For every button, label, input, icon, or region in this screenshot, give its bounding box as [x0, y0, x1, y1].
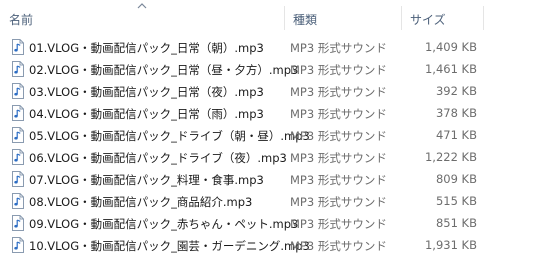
chevron-up-icon[interactable] [137, 2, 147, 10]
file-row[interactable]: 08.VLOG・動画配信パック_商品紹介.mp3 MP3 形式サウンド 515 KB [0, 190, 560, 212]
file-row[interactable]: 04.VLOG・動画配信パック_日常（雨）.mp3 MP3 形式サウンド 378 K… [0, 102, 560, 124]
file-size: 471 KB [435, 128, 477, 142]
file-row[interactable]: 06.VLOG・動画配信パック_ドライブ（夜）.mp3 MP3 形式サウンド 1,2… [0, 146, 560, 168]
file-type: MP3 形式サウンド [290, 195, 387, 209]
file-row[interactable]: 10.VLOG・動画配信パック_園芸・ガーデニング.mp3 MP3 形式サウンド 1… [0, 234, 560, 256]
column-header-name[interactable]: 名前 [9, 11, 33, 28]
file-type: MP3 形式サウンド [290, 217, 387, 231]
file-type: MP3 形式サウンド [290, 151, 387, 165]
file-size: 1,461 KB [424, 62, 477, 76]
column-header-size[interactable]: サイズ [410, 11, 446, 28]
file-size: 851 KB [435, 216, 477, 230]
file-size: 1,931 KB [424, 238, 477, 252]
file-type: MP3 形式サウンド [290, 173, 387, 187]
file-size: 392 KB [435, 84, 477, 98]
audio-file-icon [12, 237, 24, 253]
file-row[interactable]: 05.VLOG・動画配信パック_ドライブ（朝・昼）.mp3 MP3 形式サウンド 4… [0, 124, 560, 146]
file-list: 01.VLOG・動画配信パック_日常（朝）.mp3 MP3 形式サウンド 1,409… [0, 36, 560, 256]
file-name: 10.VLOG・動画配信パック_園芸・ガーデニング.mp3 [29, 239, 310, 253]
audio-file-icon [12, 105, 24, 121]
file-name: 05.VLOG・動画配信パック_ドライブ（朝・昼）.mp3 [29, 129, 310, 143]
file-name: 03.VLOG・動画配信パック_日常（夜）.mp3 [29, 85, 264, 99]
file-size: 809 KB [435, 172, 477, 186]
file-name: 09.VLOG・動画配信パック_赤ちゃん・ペット.mp3 [29, 217, 299, 231]
file-type: MP3 形式サウンド [290, 129, 387, 143]
audio-file-icon [12, 171, 24, 187]
file-row[interactable]: 09.VLOG・動画配信パック_赤ちゃん・ペット.mp3 MP3 形式サウンド 85… [0, 212, 560, 234]
file-name: 01.VLOG・動画配信パック_日常（朝）.mp3 [29, 41, 264, 55]
audio-file-icon [12, 127, 24, 143]
column-divider[interactable] [483, 6, 484, 30]
file-size: 378 KB [435, 106, 477, 120]
column-header-bar: 名前 種類 サイズ [0, 0, 560, 34]
file-type: MP3 形式サウンド [290, 63, 387, 77]
file-size: 1,409 KB [424, 40, 477, 54]
file-name: 02.VLOG・動画配信パック_日常（昼・夕方）.mp3 [29, 63, 299, 77]
audio-file-icon [12, 39, 24, 55]
file-type: MP3 形式サウンド [290, 41, 387, 55]
file-type: MP3 形式サウンド [290, 239, 387, 253]
audio-file-icon [12, 149, 24, 165]
file-row[interactable]: 03.VLOG・動画配信パック_日常（夜）.mp3 MP3 形式サウンド 392 K… [0, 80, 560, 102]
file-name: 08.VLOG・動画配信パック_商品紹介.mp3 [29, 195, 253, 209]
file-type: MP3 形式サウンド [290, 107, 387, 121]
column-header-type[interactable]: 種類 [293, 11, 317, 28]
file-name: 07.VLOG・動画配信パック_料理・食事.mp3 [29, 173, 264, 187]
column-divider[interactable] [401, 6, 402, 30]
file-size: 1,222 KB [424, 150, 477, 164]
audio-file-icon [12, 61, 24, 77]
file-row[interactable]: 02.VLOG・動画配信パック_日常（昼・夕方）.mp3 MP3 形式サウンド 1,… [0, 58, 560, 80]
audio-file-icon [12, 83, 24, 99]
file-name: 06.VLOG・動画配信パック_ドライブ（夜）.mp3 [29, 151, 287, 165]
file-type: MP3 形式サウンド [290, 85, 387, 99]
file-row[interactable]: 07.VLOG・動画配信パック_料理・食事.mp3 MP3 形式サウンド 809 K… [0, 168, 560, 190]
audio-file-icon [12, 215, 24, 231]
file-name: 04.VLOG・動画配信パック_日常（雨）.mp3 [29, 107, 264, 121]
column-divider[interactable] [284, 6, 285, 30]
file-size: 515 KB [435, 194, 477, 208]
file-row[interactable]: 01.VLOG・動画配信パック_日常（朝）.mp3 MP3 形式サウンド 1,409… [0, 36, 560, 58]
audio-file-icon [12, 193, 24, 209]
